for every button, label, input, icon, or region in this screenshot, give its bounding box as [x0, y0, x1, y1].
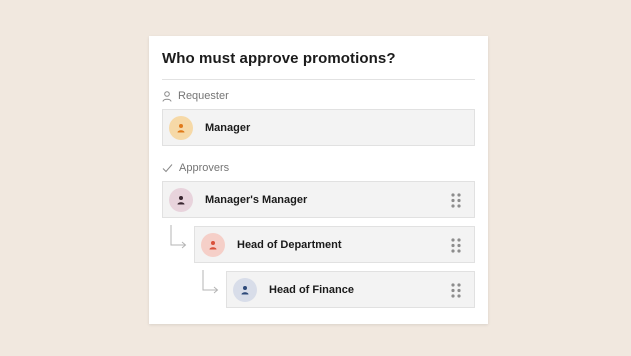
approver-1-avatar: [169, 187, 193, 212]
hierarchy-arrow-icon: [170, 225, 187, 249]
requester-section-label: Requester: [162, 90, 229, 102]
checkmark-icon: [162, 164, 173, 173]
person-icon: [241, 285, 249, 294]
drag-handle-icon[interactable]: [451, 283, 461, 298]
approver-1-label: Manager's Manager: [205, 193, 308, 206]
drag-handle-icon[interactable]: [451, 238, 461, 253]
approver-row-2[interactable]: Head of Department: [194, 226, 475, 263]
drag-handle-icon[interactable]: [451, 193, 461, 208]
requester-row[interactable]: Manager: [162, 109, 475, 146]
approvers-label-text: Approvers: [179, 162, 230, 174]
person-icon: [177, 123, 185, 132]
approver-2-avatar: [201, 232, 225, 257]
approver-row-3[interactable]: Head of Finance: [226, 271, 475, 308]
approver-row-1[interactable]: Manager's Manager: [162, 181, 475, 218]
requester-avatar: [169, 115, 193, 140]
approver-2-label: Head of Department: [237, 238, 342, 251]
person-icon: [209, 240, 217, 249]
hierarchy-arrow-icon: [202, 270, 219, 294]
approver-3-avatar: [233, 277, 257, 302]
approvers-section-label: Approvers: [162, 162, 229, 174]
card-title: Who must approve promotions?: [162, 50, 396, 67]
approval-card: Who must approve promotions? Requester M…: [149, 36, 488, 324]
person-icon: [177, 195, 185, 204]
requester-label-text: Requester: [178, 90, 229, 102]
person-outline-icon: [162, 90, 172, 102]
title-divider: [162, 79, 475, 80]
requester-name: Manager: [205, 121, 251, 134]
approver-3-label: Head of Finance: [269, 283, 354, 296]
